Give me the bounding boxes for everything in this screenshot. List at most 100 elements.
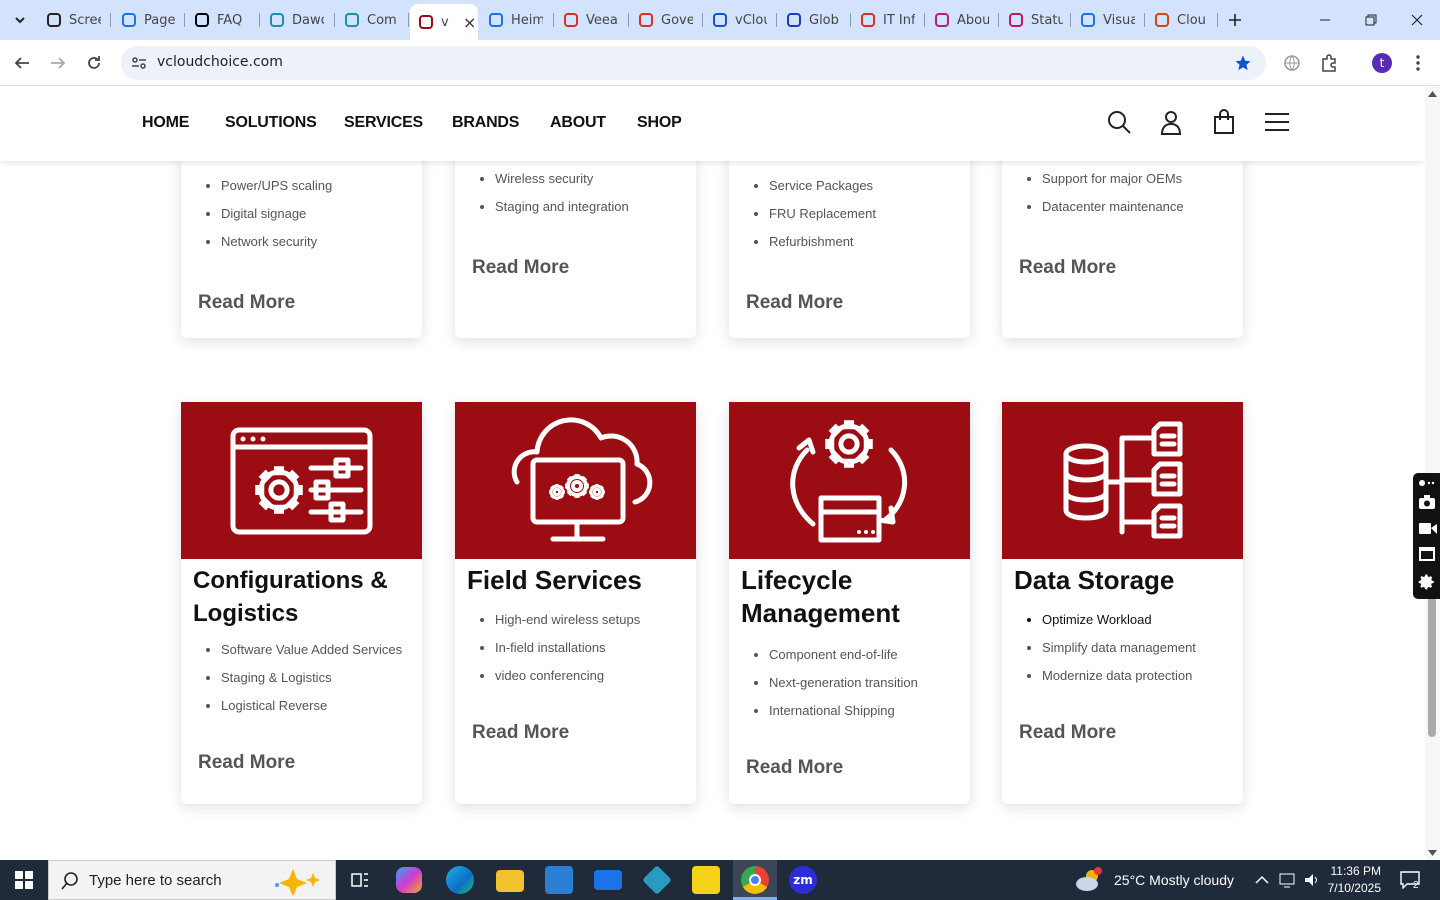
nav-shop[interactable]: SHOP — [637, 114, 682, 132]
network-icon[interactable] — [1279, 872, 1297, 888]
kebab-menu-icon — [1416, 55, 1420, 71]
copilot-taskbar-icon[interactable] — [396, 867, 422, 893]
tab-4[interactable]: Com — [336, 6, 409, 34]
read-more-link[interactable]: Read More — [1019, 722, 1116, 744]
service-card-0: Configurations & Logistics Software Value… — [181, 402, 422, 804]
tab-14[interactable]: Visua — [1072, 6, 1145, 34]
card-title: Lifecycle Management — [741, 565, 900, 628]
tab-title: Dawc — [292, 12, 324, 28]
read-more-link[interactable]: Read More — [746, 757, 843, 779]
url-text: vcloudchoice.com — [157, 54, 283, 70]
close-tab-icon[interactable]: × — [463, 13, 476, 32]
window-capture-icon[interactable] — [1418, 546, 1436, 562]
tab-separator — [924, 13, 925, 27]
diamond-icon — [564, 13, 578, 27]
nav-solutions[interactable]: SOLUTIONS — [225, 114, 317, 132]
read-more-link[interactable]: Read More — [198, 752, 295, 774]
card-banner — [181, 402, 422, 559]
nav-home[interactable]: HOME — [142, 114, 189, 132]
edge-taskbar-icon[interactable] — [446, 866, 474, 894]
task-view-button[interactable] — [346, 866, 374, 894]
clock[interactable]: 11:36 PM 7/10/2025 — [1328, 860, 1381, 900]
reload-button[interactable] — [80, 49, 108, 77]
list-item: Software Value Added Services — [221, 641, 402, 669]
close-icon — [1411, 14, 1423, 26]
read-more-link[interactable]: Read More — [472, 722, 569, 744]
list-item: Optimize Workload — [1042, 611, 1196, 639]
nav-services[interactable]: SERVICES — [344, 114, 423, 132]
tab-5[interactable]: v × — [410, 4, 478, 40]
tab-12[interactable]: Abou — [926, 6, 999, 34]
zoom-taskbar-icon[interactable]: zm — [789, 866, 817, 894]
tab-15[interactable]: Clou — [1146, 6, 1218, 34]
clock-time: 11:36 PM — [1330, 864, 1381, 878]
mail-taskbar-icon[interactable] — [594, 870, 622, 890]
shopping-bag-icon[interactable] — [1211, 109, 1237, 135]
start-button[interactable] — [0, 860, 48, 900]
chrome-taskbar-button[interactable] — [733, 860, 777, 900]
taskbar-search-box[interactable]: Type here to search — [48, 860, 336, 900]
close-window-button[interactable] — [1394, 0, 1440, 40]
tab-1[interactable]: Page — [113, 6, 185, 34]
nav-about[interactable]: ABOUT — [550, 114, 606, 132]
translate-button[interactable] — [1278, 49, 1306, 77]
tab-8[interactable]: Gove — [630, 6, 703, 34]
tab-7[interactable]: Veea — [555, 6, 629, 34]
file-explorer-taskbar-icon[interactable] — [496, 870, 524, 892]
profile-button[interactable]: t — [1368, 49, 1396, 77]
read-more-link[interactable]: Read More — [472, 257, 569, 279]
read-more-link[interactable]: Read More — [746, 292, 843, 314]
notification-center-button[interactable]: 2 — [1396, 860, 1424, 900]
minimize-button[interactable] — [1302, 0, 1348, 40]
scroll-up-arrow-icon[interactable] — [1428, 91, 1437, 97]
tab-13[interactable]: Statu — [1000, 6, 1071, 34]
tab-separator — [1070, 13, 1071, 27]
video-camera-icon[interactable] — [1418, 520, 1438, 536]
read-more-link[interactable]: Read More — [1019, 257, 1116, 279]
restore-button[interactable] — [1348, 0, 1394, 40]
browser-menu-button[interactable] — [1404, 49, 1432, 77]
settings-gear-icon[interactable] — [1418, 573, 1436, 591]
tab-11[interactable]: IT Inf — [852, 6, 925, 34]
scrollbar-thumb[interactable] — [1428, 597, 1436, 737]
card-banner — [1002, 402, 1243, 559]
read-more-link[interactable]: Read More — [198, 292, 295, 314]
tab-3[interactable]: Dawc — [261, 6, 335, 34]
chevron-up-icon[interactable] — [1254, 875, 1270, 885]
x-logo-icon — [787, 13, 801, 27]
tab-title: Com — [367, 12, 397, 28]
address-bar[interactable]: vcloudchoice.com — [121, 46, 1266, 80]
tab-10[interactable]: Glob — [778, 6, 851, 34]
tab-0[interactable]: Scree — [38, 6, 111, 34]
store-taskbar-icon[interactable] — [545, 866, 573, 894]
sticky-notes-taskbar-icon[interactable] — [692, 866, 720, 894]
pagespeed-icon — [122, 13, 136, 27]
volume-icon[interactable] — [1303, 872, 1321, 888]
app-diamond-taskbar-icon[interactable] — [642, 865, 672, 895]
tab-2[interactable]: FAQ — [186, 6, 260, 34]
system-tray — [1254, 860, 1321, 900]
weather-widget[interactable]: 25°C Mostly cloudy — [1074, 860, 1234, 900]
camera-icon[interactable] — [1418, 494, 1436, 510]
scroll-down-arrow-icon[interactable] — [1428, 850, 1437, 856]
drag-handle-icon[interactable] — [1418, 478, 1436, 488]
tab-search-button[interactable] — [0, 0, 40, 40]
wave-icon — [1081, 13, 1095, 27]
tab-separator — [628, 13, 629, 27]
account-icon[interactable] — [1158, 109, 1184, 135]
weather-text: 25°C Mostly cloudy — [1114, 872, 1234, 888]
search-icon[interactable] — [1106, 109, 1132, 135]
back-button[interactable] — [8, 49, 36, 77]
hamburger-menu-icon[interactable] — [1264, 109, 1290, 135]
new-tab-button[interactable] — [1212, 0, 1258, 40]
card-banner — [729, 402, 970, 559]
bookmark-star-icon[interactable] — [1234, 54, 1252, 72]
extensions-button[interactable] — [1315, 49, 1343, 77]
nav-brands[interactable]: BRANDS — [452, 114, 519, 132]
tab-9[interactable]: vClou — [704, 6, 777, 34]
tab-6[interactable]: Heim — [480, 6, 554, 34]
list-item: FRU Replacement — [769, 205, 876, 233]
forward-button[interactable] — [44, 49, 72, 77]
list-item: Refurbishment — [769, 233, 876, 261]
list-item: Simplify data management — [1042, 639, 1196, 667]
